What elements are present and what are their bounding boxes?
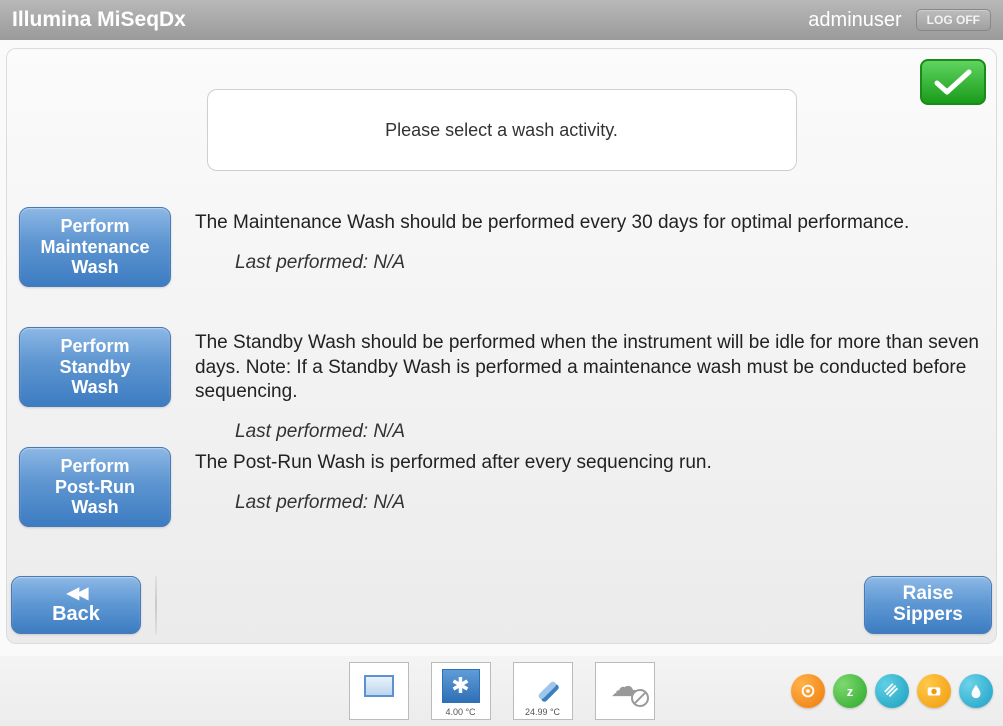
nav-divider — [155, 576, 157, 634]
standby-wash-text: The Standby Wash should be performed whe… — [195, 327, 984, 443]
chiller-status-tile[interactable]: ✱ 4.00 °C — [431, 662, 491, 720]
flowcell-temp-label: 24.99 °C — [525, 707, 560, 717]
app-title: Illumina MiSeqDx — [12, 8, 808, 32]
footer-bar: ✱ 4.00 °C 24.99 °C ☁ z — [0, 656, 1003, 726]
status-ok-badge — [920, 59, 986, 105]
flowcell-status-tile[interactable] — [349, 662, 409, 720]
thermometer-status-tile[interactable]: 24.99 °C — [513, 662, 573, 720]
footer-quick-icons: z — [791, 674, 993, 708]
maintenance-wash-text: The Maintenance Wash should be performed… — [195, 207, 984, 274]
stripe-teal-icon[interactable] — [875, 674, 909, 708]
perform-standby-wash-button[interactable]: Perform Standby Wash — [19, 327, 171, 407]
thermometer-icon — [521, 667, 565, 705]
gear-orange-icon[interactable] — [791, 674, 825, 708]
flowcell-icon — [364, 675, 394, 697]
main-panel: Please select a wash activity. Perform M… — [6, 48, 997, 644]
logoff-button[interactable]: LOG OFF — [916, 9, 991, 31]
standby-wash-description: The Standby Wash should be performed whe… — [195, 331, 984, 405]
maintenance-wash-description: The Maintenance Wash should be performed… — [195, 211, 984, 236]
raise-sippers-label: Raise Sippers — [893, 584, 963, 626]
button-label: Perform Standby Wash — [59, 336, 130, 398]
maintenance-wash-last-performed: Last performed: N/A — [235, 252, 984, 274]
cloud-disabled-icon: ☁ — [603, 667, 647, 705]
button-label: Perform Maintenance Wash — [40, 216, 149, 278]
footer-status-tiles: ✱ 4.00 °C 24.99 °C ☁ — [349, 662, 655, 720]
prompt-message: Please select a wash activity. — [207, 89, 797, 171]
postrun-wash-row: Perform Post-Run Wash The Post-Run Wash … — [19, 447, 984, 527]
button-label: Perform Post-Run Wash — [55, 456, 135, 518]
postrun-wash-text: The Post-Run Wash is performed after eve… — [195, 447, 984, 514]
current-user: adminuser — [808, 9, 901, 32]
raise-sippers-button[interactable]: Raise Sippers — [864, 576, 992, 634]
droplet-blue-icon[interactable] — [959, 674, 993, 708]
camera-orange-icon[interactable] — [917, 674, 951, 708]
snowflake-icon: ✱ — [442, 669, 480, 703]
back-button[interactable]: ◀◀ Back — [11, 576, 141, 634]
bottom-nav: ◀◀ Back Raise Sippers — [11, 571, 992, 639]
chiller-temp-label: 4.00 °C — [445, 707, 475, 717]
maintenance-wash-row: Perform Maintenance Wash The Maintenance… — [19, 207, 984, 287]
cloud-status-tile[interactable]: ☁ — [595, 662, 655, 720]
standby-wash-last-performed: Last performed: N/A — [235, 421, 984, 443]
postrun-wash-description: The Post-Run Wash is performed after eve… — [195, 451, 984, 476]
checkmark-icon — [933, 67, 973, 97]
sleep-green-icon[interactable]: z — [833, 674, 867, 708]
postrun-wash-last-performed: Last performed: N/A — [235, 492, 984, 514]
standby-wash-row: Perform Standby Wash The Standby Wash sh… — [19, 327, 984, 443]
perform-postrun-wash-button[interactable]: Perform Post-Run Wash — [19, 447, 171, 527]
back-arrows-icon: ◀◀ — [67, 586, 86, 602]
back-label: Back — [52, 604, 100, 624]
perform-maintenance-wash-button[interactable]: Perform Maintenance Wash — [19, 207, 171, 287]
app-header: Illumina MiSeqDx adminuser LOG OFF — [0, 0, 1003, 40]
